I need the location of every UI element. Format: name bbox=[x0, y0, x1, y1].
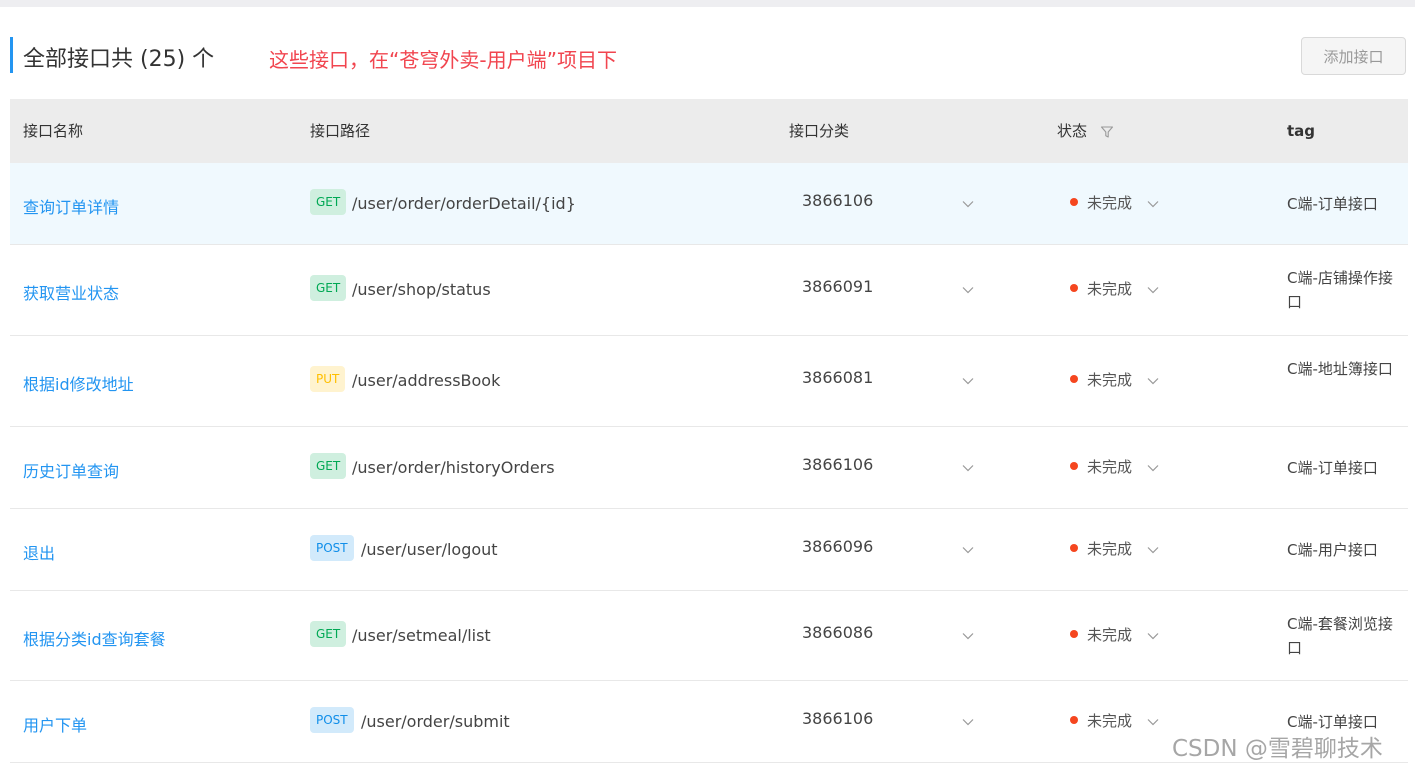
category-select-value[interactable]: 3866081 bbox=[802, 368, 873, 387]
http-method-badge: POST bbox=[310, 706, 354, 733]
category-chevron-down-icon[interactable] bbox=[962, 632, 974, 640]
table-row[interactable]: 根据分类id查询套餐 GET/user/setmeal/list 3866086 未完… bbox=[10, 591, 1408, 681]
interface-name-link[interactable]: 用户下单 bbox=[23, 712, 87, 736]
status-select-value[interactable]: 未完成 bbox=[1087, 624, 1132, 645]
interface-path: /user/user/logout bbox=[361, 539, 498, 559]
status-select-value[interactable]: 未完成 bbox=[1087, 538, 1132, 559]
http-method-badge: GET bbox=[310, 620, 347, 647]
interface-path: /user/order/historyOrders bbox=[352, 457, 555, 477]
interface-tag: C端-订单接口 bbox=[1287, 458, 1378, 477]
status-select-value[interactable]: 未完成 bbox=[1087, 456, 1132, 477]
status-select-value[interactable]: 未完成 bbox=[1087, 369, 1132, 390]
category-select-value[interactable]: 3866091 bbox=[802, 277, 873, 296]
interface-path: /user/order/submit bbox=[361, 711, 510, 731]
page-title: 全部接口共 (25) 个 bbox=[23, 47, 215, 72]
status-dot bbox=[1070, 461, 1078, 470]
interface-name-link[interactable]: 历史订单查询 bbox=[23, 458, 119, 482]
column-header-status: 状态 bbox=[1057, 122, 1088, 140]
top-strip bbox=[0, 0, 1415, 7]
category-chevron-down-icon[interactable] bbox=[962, 718, 974, 726]
project-note: 这些接口，在“苍穹外卖-用户端”项目下 bbox=[269, 48, 617, 72]
interface-tag: C端-用户接口 bbox=[1287, 540, 1378, 559]
table-header: 接口名称 接口路径 接口分类 状态 tag bbox=[10, 99, 1408, 163]
status-dot bbox=[1070, 197, 1078, 206]
category-chevron-down-icon[interactable] bbox=[962, 546, 974, 554]
interface-name-link[interactable]: 获取营业状态 bbox=[23, 280, 119, 304]
category-select-value[interactable]: 3866086 bbox=[802, 623, 873, 642]
status-select-value[interactable]: 未完成 bbox=[1087, 192, 1132, 213]
interface-path: /user/order/orderDetail/{id} bbox=[352, 193, 576, 213]
page-header: 全部接口共 (25) 个 这些接口，在“苍穹外卖-用户端”项目下 添加接口 bbox=[10, 37, 1415, 75]
watermark: CSDN @雪碧聊技术 bbox=[1172, 736, 1383, 762]
table-row[interactable]: 获取营业状态 GET/user/shop/status 3866091 未完成 C端-店… bbox=[10, 245, 1408, 336]
interface-table: 接口名称 接口路径 接口分类 状态 tag 查询订单详情 GET/user/ord… bbox=[10, 99, 1408, 763]
header-accent-bar bbox=[10, 37, 13, 73]
table-row[interactable]: 根据id修改地址 PUT/user/addressBook 3866081 未完成 C端… bbox=[10, 336, 1408, 427]
interface-path: /user/addressBook bbox=[352, 371, 501, 390]
column-header-category: 接口分类 bbox=[789, 122, 850, 140]
category-select-value[interactable]: 3866106 bbox=[802, 191, 873, 210]
status-select-value[interactable]: 未完成 bbox=[1087, 710, 1132, 731]
http-method-badge: GET bbox=[310, 188, 347, 215]
http-method-badge: GET bbox=[310, 452, 347, 479]
interface-tag: C端-订单接口 bbox=[1287, 194, 1378, 213]
http-method-badge: PUT bbox=[310, 366, 346, 392]
column-header-name: 接口名称 bbox=[23, 122, 84, 140]
status-dot bbox=[1070, 375, 1078, 383]
interface-name-link[interactable]: 根据id修改地址 bbox=[23, 371, 134, 395]
status-chevron-down-icon[interactable] bbox=[1147, 718, 1159, 726]
interface-path: /user/shop/status bbox=[352, 280, 491, 299]
category-select-value[interactable]: 3866096 bbox=[802, 537, 873, 556]
category-chevron-down-icon[interactable] bbox=[962, 464, 974, 472]
category-chevron-down-icon[interactable] bbox=[962, 377, 974, 385]
status-dot bbox=[1070, 284, 1078, 292]
category-select-value[interactable]: 3866106 bbox=[802, 709, 873, 728]
table-body: 查询订单详情 GET/user/order/orderDetail/{id} 386… bbox=[10, 163, 1408, 763]
interface-name-link[interactable]: 查询订单详情 bbox=[23, 194, 119, 218]
interface-path: /user/setmeal/list bbox=[352, 625, 491, 645]
filter-icon[interactable] bbox=[1100, 125, 1114, 139]
table-row[interactable]: 退出 POST/user/user/logout 3866096 未完成 C端-用户接口 bbox=[10, 509, 1408, 591]
status-select-value[interactable]: 未完成 bbox=[1087, 278, 1132, 299]
column-header-path: 接口路径 bbox=[310, 122, 371, 140]
status-chevron-down-icon[interactable] bbox=[1147, 286, 1159, 294]
status-chevron-down-icon[interactable] bbox=[1147, 632, 1159, 640]
status-chevron-down-icon[interactable] bbox=[1147, 200, 1159, 208]
column-header-tag: tag bbox=[1287, 122, 1316, 140]
status-chevron-down-icon[interactable] bbox=[1147, 546, 1159, 554]
interface-tag: C端-店铺操作接口 bbox=[1287, 269, 1393, 311]
http-method-badge: GET bbox=[310, 275, 347, 301]
category-chevron-down-icon[interactable] bbox=[962, 200, 974, 208]
http-method-badge: POST bbox=[310, 534, 354, 561]
interface-name-link[interactable]: 根据分类id查询套餐 bbox=[23, 626, 166, 650]
status-dot bbox=[1070, 715, 1078, 724]
table-row[interactable]: 历史订单查询 GET/user/order/historyOrders 386610… bbox=[10, 427, 1408, 509]
status-chevron-down-icon[interactable] bbox=[1147, 464, 1159, 472]
category-select-value[interactable]: 3866106 bbox=[802, 455, 873, 474]
interface-name-link[interactable]: 退出 bbox=[23, 540, 55, 564]
status-dot bbox=[1070, 629, 1078, 638]
table-row[interactable]: 查询订单详情 GET/user/order/orderDetail/{id} 386… bbox=[10, 163, 1408, 245]
interface-tag: C端-套餐浏览接口 bbox=[1287, 614, 1393, 657]
status-dot bbox=[1070, 543, 1078, 552]
add-interface-button[interactable]: 添加接口 bbox=[1301, 37, 1406, 75]
interface-tag: C端-地址簿接口 bbox=[1287, 360, 1393, 378]
status-chevron-down-icon[interactable] bbox=[1147, 377, 1159, 385]
category-chevron-down-icon[interactable] bbox=[962, 286, 974, 294]
